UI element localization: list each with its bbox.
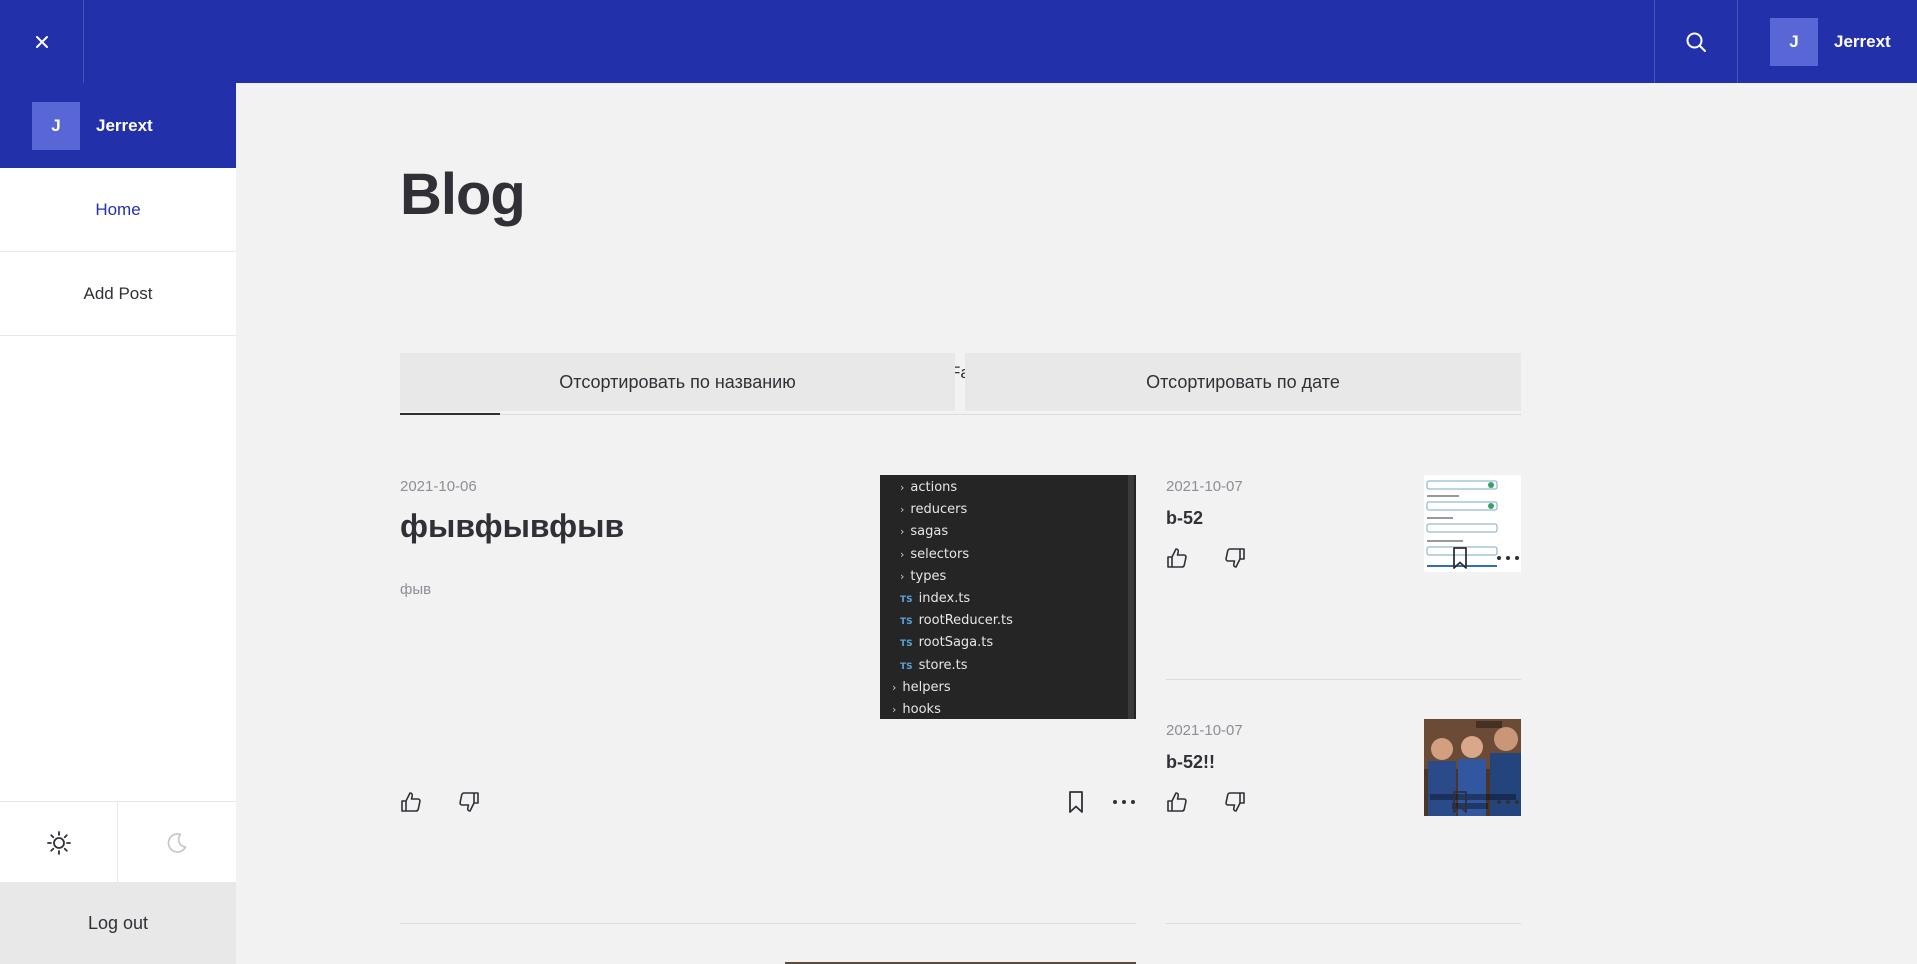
chevron-right-icon: ›	[900, 547, 905, 561]
chevron-right-icon: ›	[892, 703, 897, 716]
more-button[interactable]	[1494, 544, 1522, 572]
like-button[interactable]	[1163, 788, 1191, 816]
sidebar-item-add-post[interactable]: Add Post	[0, 252, 236, 336]
chevron-right-icon: ›	[900, 503, 905, 517]
dislike-button[interactable]	[455, 788, 483, 816]
moon-icon	[167, 832, 187, 853]
tree-item-label: hooks	[902, 702, 941, 717]
header-user-menu[interactable]: J Jerrext	[1770, 17, 1891, 66]
sort-by-date-button[interactable]: Отсортировать по дате	[965, 353, 1521, 411]
sidebar: J Jerrext Home Add Post Log out	[0, 83, 236, 964]
tree-file: TS rootSaga.ts	[900, 635, 993, 650]
page-title: Blog	[400, 162, 526, 227]
sun-icon	[46, 830, 71, 855]
tree-file: TS index.ts	[900, 591, 970, 606]
tree-item-label: index.ts	[918, 591, 971, 606]
top-bar: J Jerrext	[0, 0, 1917, 83]
chevron-right-icon: ›	[892, 680, 897, 694]
like-button[interactable]	[397, 788, 425, 816]
avatar: J	[32, 101, 80, 150]
tree-item-label: helpers	[902, 679, 951, 695]
bookmark-icon	[1453, 547, 1467, 569]
tree-folder: › actions	[900, 480, 957, 495]
tree-folder: › selectors	[900, 547, 969, 562]
more-icon	[1113, 800, 1135, 804]
tree-folder: › reducers	[900, 502, 967, 517]
thumbs-up-icon	[401, 792, 421, 812]
avatar: J	[1770, 17, 1818, 66]
more-icon	[1497, 800, 1519, 804]
more-button[interactable]	[1110, 788, 1138, 816]
dark-theme-button[interactable]	[118, 802, 236, 883]
sidebar-username: Jerrext	[96, 115, 153, 135]
divider	[1166, 923, 1521, 924]
post-date: 2021-10-07	[1166, 722, 1243, 739]
tree-file: TS store.ts	[900, 658, 968, 673]
tree-folder: › sagas	[900, 524, 948, 539]
post-title[interactable]: b-52!!	[1166, 752, 1215, 773]
tree-item-label: rootSaga.ts	[918, 635, 994, 651]
theme-switcher	[0, 801, 236, 883]
tree-item-label: rootReducer.ts	[918, 613, 1013, 629]
tree-item-label: reducers	[910, 502, 968, 518]
thumbs-up-icon	[1167, 792, 1187, 812]
close-icon	[35, 35, 48, 48]
search-icon	[1686, 32, 1706, 52]
thumbs-up-icon	[1167, 548, 1187, 568]
divider	[400, 923, 1136, 924]
chevron-right-icon: ›	[900, 481, 905, 494]
light-theme-button[interactable]	[0, 802, 118, 883]
tree-folder: › types	[900, 569, 946, 584]
chevron-right-icon: ›	[900, 569, 905, 583]
post-title[interactable]: фывфывфыв	[400, 508, 624, 545]
dislike-button[interactable]	[1221, 788, 1249, 816]
bookmark-icon	[1453, 791, 1467, 813]
thumbs-down-icon	[459, 792, 479, 812]
search-button[interactable]	[1654, 0, 1738, 83]
bookmark-icon	[1069, 791, 1083, 813]
post-date: 2021-10-06	[400, 478, 477, 495]
tree-item-label: types	[910, 568, 947, 584]
bookmark-button[interactable]	[1446, 788, 1474, 816]
typescript-file-icon: TS	[900, 617, 913, 628]
tree-item-label: store.ts	[918, 657, 968, 673]
tree-item-label: actions	[910, 480, 958, 495]
tree-folder: › helpers	[892, 680, 951, 695]
scrollbar	[1128, 475, 1134, 719]
post-thumbnail[interactable]: › actions › reducers › sagas › selectors › types T…	[880, 475, 1136, 719]
bookmark-button[interactable]	[1062, 788, 1090, 816]
sort-by-title-button[interactable]: Отсортировать по названию	[400, 353, 955, 411]
more-icon	[1497, 556, 1519, 560]
post-date: 2021-10-07	[1166, 478, 1243, 495]
close-menu-button[interactable]	[0, 0, 84, 83]
chevron-right-icon: ›	[900, 525, 905, 539]
thumbs-down-icon	[1225, 548, 1245, 568]
more-button[interactable]	[1494, 788, 1522, 816]
thumbs-down-icon	[1225, 792, 1245, 812]
logout-button[interactable]: Log out	[0, 882, 236, 964]
bookmark-button[interactable]	[1446, 544, 1474, 572]
like-button[interactable]	[1163, 544, 1191, 572]
tree-file: TS rootReducer.ts	[900, 613, 1013, 628]
sidebar-user[interactable]: J Jerrext	[0, 83, 236, 168]
typescript-file-icon: TS	[900, 639, 913, 650]
typescript-file-icon: TS	[900, 661, 913, 672]
divider	[1166, 679, 1521, 680]
typescript-file-icon: TS	[900, 595, 913, 605]
dislike-button[interactable]	[1221, 544, 1249, 572]
header-username: Jerrext	[1834, 31, 1891, 51]
tree-item-label: selectors	[910, 546, 970, 562]
post-excerpt: фыв	[400, 581, 432, 598]
tree-folder: › hooks	[892, 702, 941, 717]
tree-item-label: sagas	[910, 524, 949, 540]
post-title[interactable]: b-52	[1166, 508, 1203, 529]
sidebar-item-home[interactable]: Home	[0, 168, 236, 252]
